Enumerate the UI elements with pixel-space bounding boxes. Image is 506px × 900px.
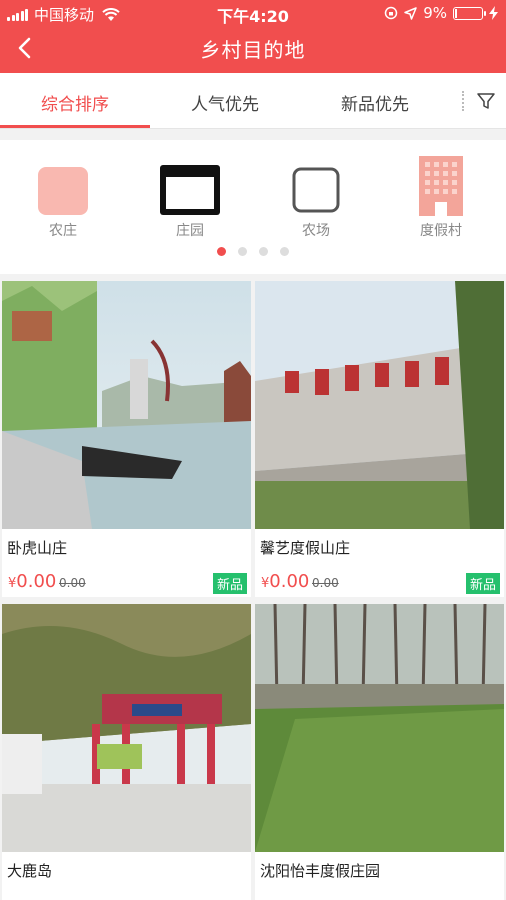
category-label: 庄园 — [176, 223, 204, 239]
new-badge: 新品 — [212, 573, 247, 594]
listing-name: 沈阳怡丰度假庄园 — [260, 862, 381, 880]
page-dot[interactable] — [259, 247, 268, 256]
status-bar: 中国移动 下午4:20 9% — [0, 0, 506, 26]
category-resort[interactable]: 度假村 — [401, 156, 481, 240]
filter-icon[interactable] — [476, 91, 496, 111]
battery-icon — [453, 6, 486, 20]
category-label: 度假村 — [420, 223, 462, 239]
category-strip: 农庄 庄园 农场 度假村 — [0, 140, 506, 274]
page-dot[interactable] — [238, 247, 247, 256]
listing-card[interactable]: 卧虎山庄 ¥0.00 0.00 新品 — [2, 281, 251, 597]
active-tab-indicator — [0, 125, 150, 128]
tab-comprehensive[interactable]: 综合排序 — [0, 90, 150, 115]
category-label: 农场 — [302, 223, 330, 239]
page-dot[interactable] — [217, 247, 226, 256]
header: 中国移动 下午4:20 9% 乡村目的地 — [0, 0, 506, 73]
tab-popularity[interactable]: 人气优先 — [150, 90, 300, 115]
listing-price: ¥0.00 — [8, 571, 57, 592]
listing-original-price: 0.00 — [312, 576, 339, 590]
battery-percent: 9% — [423, 4, 447, 22]
new-badge: 新品 — [465, 573, 500, 594]
page-title: 乡村目的地 — [200, 38, 306, 62]
listing-name: 大鹿岛 — [7, 862, 53, 880]
listing-name: 卧虎山庄 — [7, 539, 68, 557]
listing-card[interactable]: 大鹿岛 — [2, 604, 251, 900]
orientation-lock-icon — [384, 6, 398, 20]
sort-tabs: 综合排序 人气优先 新品优先 — [0, 73, 506, 129]
resort-icon — [415, 156, 467, 216]
listing-card[interactable]: 馨艺度假山庄 ¥0.00 0.00 新品 — [255, 281, 504, 597]
farmhouse-icon — [37, 164, 89, 216]
charging-icon — [489, 6, 498, 20]
manor-icon — [160, 164, 220, 216]
listing-card[interactable]: 沈阳怡丰度假庄园 — [255, 604, 504, 900]
listing-original-price: 0.00 — [59, 576, 86, 590]
listing-price: ¥0.00 — [261, 571, 310, 592]
tab-newest[interactable]: 新品优先 — [300, 90, 450, 115]
listing-photo — [2, 281, 251, 529]
listing-photo — [255, 281, 504, 529]
category-label: 农庄 — [49, 223, 77, 239]
listing-photo — [2, 604, 251, 852]
farm-icon — [290, 164, 342, 216]
category-farmhouse[interactable]: 农庄 — [23, 164, 103, 240]
category-farm[interactable]: 农场 — [276, 164, 356, 240]
page-indicator — [0, 247, 506, 256]
page-dot[interactable] — [280, 247, 289, 256]
divider — [462, 91, 464, 111]
category-manor[interactable]: 庄园 — [150, 164, 230, 240]
nav-bar: 乡村目的地 — [0, 26, 506, 73]
location-icon — [404, 6, 417, 20]
listing-photo — [255, 604, 504, 852]
listing-name: 馨艺度假山庄 — [260, 539, 351, 557]
